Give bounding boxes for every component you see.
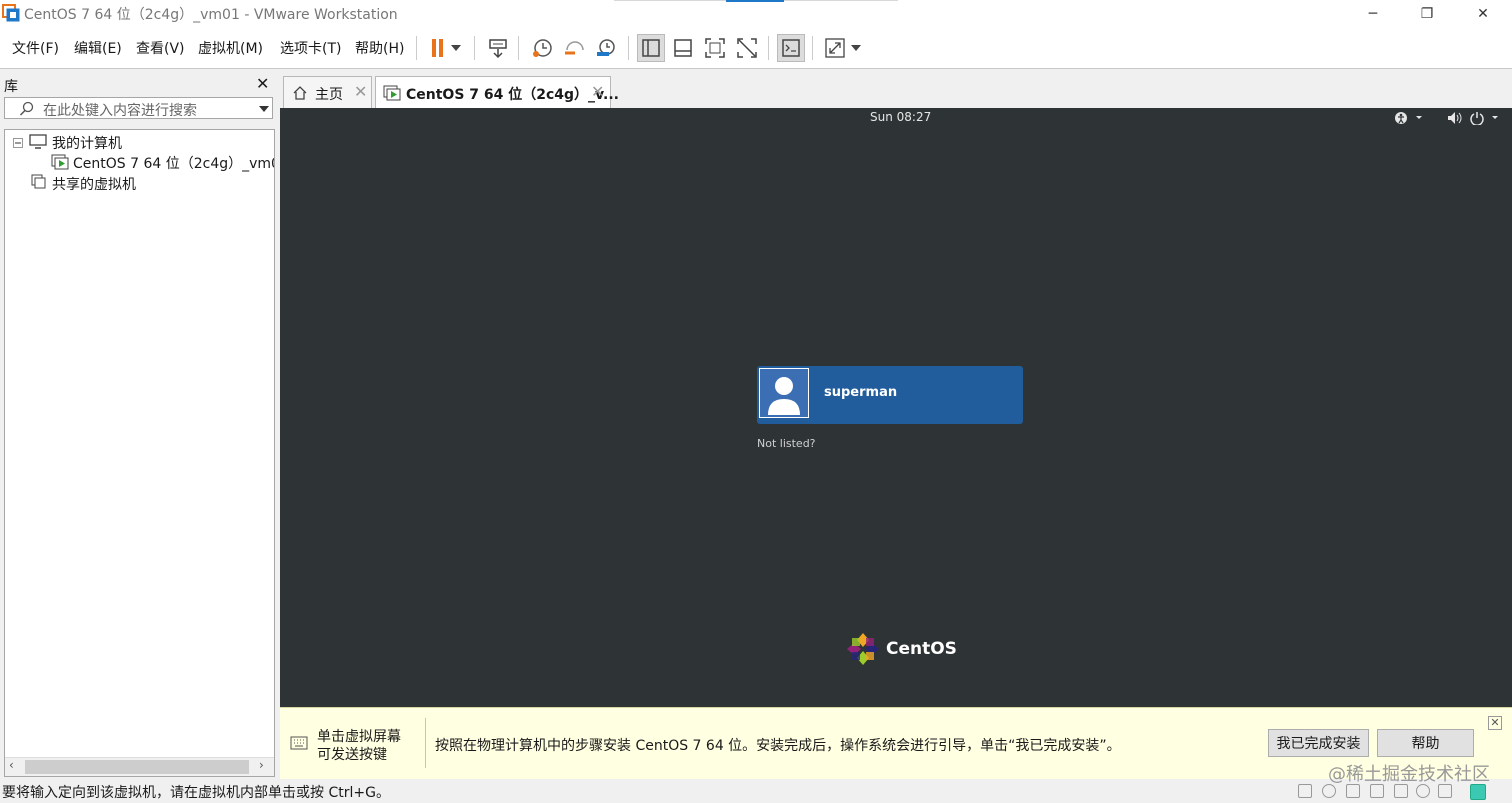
home-icon	[293, 86, 307, 100]
menu-view[interactable]: 查看(V)	[136, 38, 185, 58]
minimize-button[interactable]: ─	[1350, 0, 1396, 28]
status-message: 要将输入定向到该虚拟机，请在虚拟机内部单击或按 Ctrl+G。	[2, 785, 390, 801]
tree-vm-item[interactable]: CentOS 7 64 位（2c4g）_vm01	[73, 153, 274, 173]
accessibility-icon[interactable]	[1394, 111, 1424, 125]
tab-home-label: 主页	[315, 87, 343, 103]
toolbar-separator	[768, 36, 769, 60]
console-view-icon[interactable]	[777, 34, 805, 62]
user-login-card[interactable]: superman	[757, 366, 1023, 424]
tab-vm-close-icon[interactable]: ✕	[591, 82, 604, 101]
tree-my-computer[interactable]: 我的计算机	[52, 133, 122, 153]
not-listed-link[interactable]: Not listed?	[757, 437, 816, 450]
toolbar-divider	[0, 68, 1512, 69]
install-done-button[interactable]: 我已完成安装	[1268, 729, 1369, 757]
messages-icon[interactable]	[1470, 784, 1486, 800]
menu-tabs[interactable]: 选项卡(T)	[280, 38, 341, 58]
title-accent-marker	[726, 0, 784, 2]
install-help-button[interactable]: 帮助	[1377, 729, 1474, 757]
username: superman	[824, 385, 898, 400]
toolbar-separator	[474, 36, 475, 60]
library-close-icon[interactable]: ✕	[256, 74, 269, 93]
vm-display[interactable]: Sun 08:27 superman Not listed? CentOS	[280, 108, 1512, 707]
search-placeholder: 在此处键入内容进行搜索	[43, 103, 197, 119]
hint-line-1: 单击虚拟屏幕	[317, 729, 401, 745]
revert-snapshot-icon[interactable]	[560, 34, 588, 62]
sound-card-icon[interactable]	[1394, 784, 1408, 798]
collapse-icon[interactable]	[13, 138, 23, 148]
network-adapter-icon[interactable]	[1346, 784, 1360, 798]
usb-icon[interactable]	[1416, 784, 1430, 798]
close-button[interactable]: ✕	[1460, 0, 1506, 28]
toolbar-separator	[812, 36, 813, 60]
toolbar-separator	[518, 36, 519, 60]
library-panel: 库 ✕ 在此处键入内容进行搜索 我的计算机 CentOS 7 64 位（2c4g…	[0, 70, 277, 779]
printer-icon[interactable]	[1370, 784, 1384, 798]
centos-logo-text: CentOS	[886, 639, 957, 659]
window-title: CentOS 7 64 位（2c4g）_vm01 - VMware Workst…	[24, 7, 398, 23]
user-avatar-icon	[759, 368, 809, 418]
library-search-input[interactable]: 在此处键入内容进行搜索	[4, 97, 273, 119]
tab-strip: 主页 ✕ CentOS 7 64 位（2c4g）_v... ✕	[280, 70, 1512, 108]
search-icon	[19, 101, 34, 116]
display-icon[interactable]	[1438, 784, 1452, 798]
pause-dropdown-icon[interactable]	[446, 34, 466, 62]
install-bar-divider	[425, 718, 426, 768]
unity-icon[interactable]	[733, 34, 761, 62]
tab-home-close-icon[interactable]: ✕	[354, 82, 367, 101]
stretch-dropdown-icon[interactable]	[846, 34, 866, 62]
hint-line-2: 可发送按键	[317, 747, 387, 763]
computer-icon	[29, 134, 47, 149]
scroll-right-icon[interactable]: ›	[259, 758, 264, 772]
running-vm-icon	[51, 154, 69, 170]
vm-tab-icon	[383, 85, 401, 101]
snapshot-icon[interactable]	[528, 34, 556, 62]
vmware-app-icon	[2, 4, 20, 22]
menu-file[interactable]: 文件(F)	[12, 38, 59, 58]
library-view-icon[interactable]	[637, 34, 665, 62]
menu-edit[interactable]: 编辑(E)	[74, 38, 122, 58]
tree-shared-vms[interactable]: 共享的虚拟机	[52, 174, 136, 194]
search-dropdown-icon[interactable]	[259, 106, 269, 112]
install-message: 按照在物理计算机中的步骤安装 CentOS 7 64 位。安装完成后，操作系统会…	[435, 738, 1121, 754]
menu-vm[interactable]: 虚拟机(M)	[198, 38, 263, 58]
shared-vms-icon	[31, 174, 46, 189]
scroll-left-icon[interactable]: ‹	[9, 758, 14, 772]
horizontal-scrollbar[interactable]: ‹ ›	[5, 757, 274, 776]
tab-home[interactable]: 主页 ✕	[283, 76, 372, 108]
keyboard-icon	[290, 736, 308, 750]
toolbar-separator	[628, 36, 629, 60]
power-icon[interactable]	[1470, 111, 1500, 125]
library-title: 库	[4, 79, 18, 95]
status-bar: 要将输入定向到该虚拟机，请在虚拟机内部单击或按 Ctrl+G。	[0, 779, 1512, 803]
volume-icon[interactable]	[1446, 111, 1462, 125]
install-bar-close-icon[interactable]: ✕	[1488, 716, 1502, 730]
hard-disk-icon[interactable]	[1298, 784, 1312, 798]
library-tree: 我的计算机 CentOS 7 64 位（2c4g）_vm01 共享的虚拟机 ‹ …	[4, 129, 275, 777]
menu-toolbar: 文件(F) 编辑(E) 查看(V) 虚拟机(M) 选项卡(T) 帮助(H)	[0, 28, 1512, 68]
snapshot-manager-icon[interactable]	[592, 34, 620, 62]
vm-clock: Sun 08:27	[870, 110, 932, 124]
tab-vm-label: CentOS 7 64 位（2c4g）_v...	[406, 87, 620, 103]
centos-logo-icon	[847, 633, 879, 665]
watermark: @稀土掘金技术社区	[1328, 764, 1490, 785]
toolbar-separator	[416, 36, 417, 60]
title-bar: CentOS 7 64 位（2c4g）_vm01 - VMware Workst…	[0, 0, 1512, 28]
menu-help[interactable]: 帮助(H)	[355, 38, 404, 58]
restore-button[interactable]: ❐	[1404, 0, 1450, 28]
tab-vm[interactable]: CentOS 7 64 位（2c4g）_v... ✕	[375, 76, 619, 108]
cd-dvd-icon[interactable]	[1322, 784, 1336, 798]
scrollbar-thumb[interactable]	[25, 760, 249, 774]
thumbnail-bar-icon[interactable]	[669, 34, 697, 62]
send-ctrl-alt-del-icon[interactable]	[484, 34, 512, 62]
full-screen-icon[interactable]	[701, 34, 729, 62]
stretch-icon[interactable]	[821, 34, 849, 62]
